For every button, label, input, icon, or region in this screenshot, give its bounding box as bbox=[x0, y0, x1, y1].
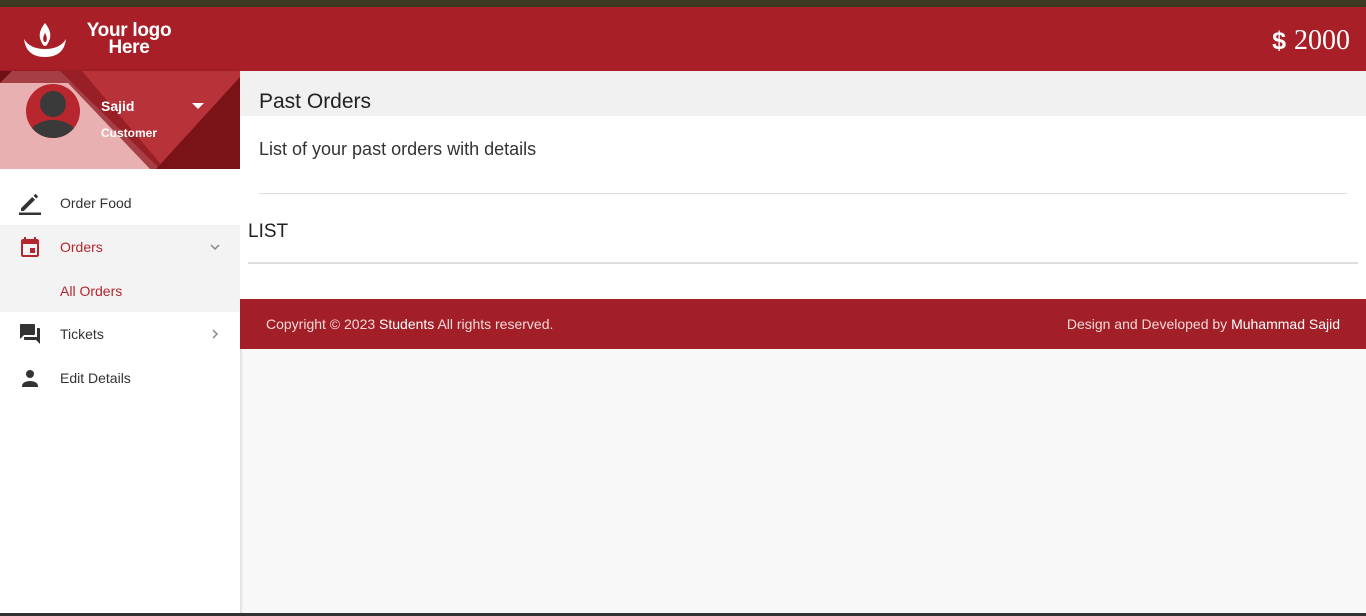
credit-prefix: Design and Developed by bbox=[1066, 316, 1228, 332]
rights-text: All rights reserved. bbox=[437, 316, 554, 332]
sidebar-item-edit-details[interactable]: Edit Details bbox=[0, 356, 240, 400]
avatar[interactable] bbox=[26, 84, 80, 138]
chat-icon bbox=[20, 324, 40, 344]
main-content: Past Orders List of your past orders wit… bbox=[240, 71, 1366, 299]
sidebar-item-tickets[interactable]: Tickets bbox=[0, 312, 240, 356]
divider bbox=[259, 193, 1347, 194]
sidebar-subitem-label: All Orders bbox=[60, 282, 123, 299]
copyright-prefix: Copyright © 2023 bbox=[266, 316, 376, 332]
chevron-right-icon bbox=[212, 329, 219, 339]
top-strip bbox=[0, 0, 1366, 7]
sidebar-item-order-food[interactable]: Order Food bbox=[0, 181, 240, 225]
pencil-icon bbox=[19, 194, 41, 215]
page-subtitle: List of your past orders with details bbox=[259, 139, 537, 159]
sidebar-item-label: Edit Details bbox=[60, 370, 131, 386]
content-panel: List of your past orders with details LI… bbox=[240, 116, 1366, 299]
user-role: Customer bbox=[101, 126, 158, 140]
footer: Copyright © 2023 Students All rights res… bbox=[240, 299, 1366, 349]
page-title: Past Orders bbox=[259, 90, 372, 113]
title-bar: Past Orders bbox=[240, 71, 1366, 116]
logo-text[interactable]: Your logo Here bbox=[84, 21, 174, 58]
sidebar-item-label: Tickets bbox=[60, 326, 104, 342]
person-icon bbox=[22, 370, 38, 387]
sidebar-item-orders[interactable]: Orders bbox=[0, 225, 240, 269]
sidebar-menu: Order Food Orders All Orders Tickets Edi… bbox=[0, 169, 240, 400]
logo-text-line2: Here bbox=[108, 37, 150, 58]
user-name: Sajid bbox=[101, 98, 135, 114]
credit-text: Design and Developed by Muhammad Sajid bbox=[1067, 316, 1340, 332]
balance-amount: 2000 bbox=[1294, 25, 1350, 56]
dollar-icon: $ bbox=[1272, 27, 1286, 55]
profile-card: Sajid Customer bbox=[0, 71, 240, 169]
calendar-icon bbox=[21, 237, 39, 257]
top-header: Your logo Here $ 2000 bbox=[0, 7, 1366, 71]
org-link[interactable]: Students bbox=[379, 316, 434, 332]
list-heading: LIST bbox=[248, 221, 289, 242]
developer-link[interactable]: Muhammad Sajid bbox=[1231, 316, 1340, 332]
logo-icon[interactable] bbox=[22, 19, 68, 61]
copyright-text: Copyright © 2023 Students All rights res… bbox=[266, 316, 553, 332]
sidebar-item-label: Order Food bbox=[60, 195, 132, 211]
sidebar: Sajid Customer Order Food Orders All Ord… bbox=[0, 71, 240, 616]
wallet-balance: $ 2000 bbox=[1272, 25, 1350, 57]
sidebar-subitem-all-orders[interactable]: All Orders bbox=[0, 269, 240, 312]
sidebar-item-label: Orders bbox=[60, 239, 103, 255]
caret-down-icon[interactable] bbox=[192, 103, 204, 109]
divider bbox=[248, 262, 1358, 264]
chevron-down-icon bbox=[210, 244, 220, 251]
